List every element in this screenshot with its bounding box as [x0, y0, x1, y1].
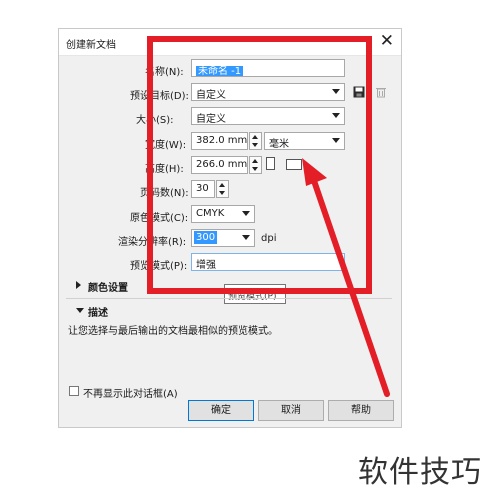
section-divider: [66, 298, 392, 299]
preview-mode-label: 预览模式(P):: [130, 261, 188, 272]
name-input-value: 未命名 -1: [196, 66, 244, 77]
preview-mode-value: 增强: [196, 260, 216, 271]
size-label: 大小(S):: [136, 115, 174, 126]
collapse-arrow-icon[interactable]: [76, 308, 84, 313]
portrait-orientation-button[interactable]: [266, 157, 275, 170]
delete-preset-icon[interactable]: [375, 86, 387, 98]
height-input[interactable]: 266.0 mm: [191, 156, 248, 174]
pages-input[interactable]: 30: [191, 180, 215, 198]
resolution-unit: dpi: [261, 233, 277, 244]
height-stepper[interactable]: [249, 156, 262, 174]
preset-label: 预设目标(D):: [130, 91, 189, 102]
width-stepper[interactable]: [249, 132, 262, 150]
preset-select[interactable]: 自定义: [191, 83, 345, 101]
ok-button[interactable]: 确定: [188, 400, 254, 421]
preview-mode-tooltip: 预览模式(P): [224, 284, 286, 304]
arrow-up-icon: [252, 135, 258, 139]
description-text: 让您选择与最后输出的文档最相似的预览模式。: [68, 326, 278, 337]
resolution-label: 渲染分辨率(R):: [118, 237, 187, 248]
arrow-down-icon: [252, 167, 258, 171]
help-button[interactable]: 帮助: [328, 400, 394, 421]
name-input[interactable]: 未命名 -1: [191, 59, 345, 77]
expand-arrow-icon[interactable]: [76, 281, 81, 289]
watermark-text: 软件技巧: [358, 455, 482, 490]
chevron-down-icon: [332, 113, 340, 118]
height-label: 高度(H):: [145, 164, 184, 175]
unit-select[interactable]: 毫米: [264, 132, 345, 150]
width-input[interactable]: 382.0 mm: [191, 132, 248, 150]
pages-label: 页码数(N):: [140, 188, 189, 199]
arrow-down-icon: [219, 191, 225, 195]
color-mode-select[interactable]: CMYK: [191, 205, 255, 223]
watermark: 软件技巧: [350, 433, 500, 502]
pages-stepper[interactable]: [216, 180, 229, 198]
dialog-title: 创建新文档: [66, 40, 116, 51]
width-label: 宽度(W):: [145, 140, 187, 151]
arrow-up-icon: [252, 159, 258, 163]
chevron-down-icon: [332, 138, 340, 143]
resolution-select[interactable]: 300: [191, 229, 255, 247]
close-icon[interactable]: ✕: [380, 31, 394, 51]
chevron-down-icon: [242, 235, 250, 240]
chevron-down-icon: [332, 89, 340, 94]
size-value: 自定义: [196, 114, 226, 125]
arrow-up-icon: [219, 183, 225, 187]
dialog-titlebar: 创建新文档 ✕: [59, 29, 401, 56]
name-label: 名称(N):: [145, 67, 184, 78]
preview-mode-select[interactable]: 增强: [191, 253, 345, 271]
color-mode-value: CMYK: [196, 208, 225, 219]
unit-value: 毫米: [269, 139, 289, 150]
size-select[interactable]: 自定义: [191, 107, 345, 125]
dont-show-again-label[interactable]: 不再显示此对话框(A): [83, 385, 178, 400]
description-header[interactable]: 描述: [88, 304, 108, 319]
preset-value: 自定义: [196, 90, 226, 101]
color-settings-header[interactable]: 颜色设置: [88, 279, 128, 294]
arrow-down-icon: [252, 143, 258, 147]
dont-show-again-checkbox[interactable]: [69, 386, 79, 396]
resolution-value: 300: [194, 231, 218, 244]
landscape-orientation-button[interactable]: [286, 159, 302, 170]
save-preset-icon[interactable]: [353, 86, 365, 98]
chevron-down-icon: [242, 211, 250, 216]
cancel-button[interactable]: 取消: [258, 400, 324, 421]
color-mode-label: 原色模式(C):: [130, 213, 189, 224]
